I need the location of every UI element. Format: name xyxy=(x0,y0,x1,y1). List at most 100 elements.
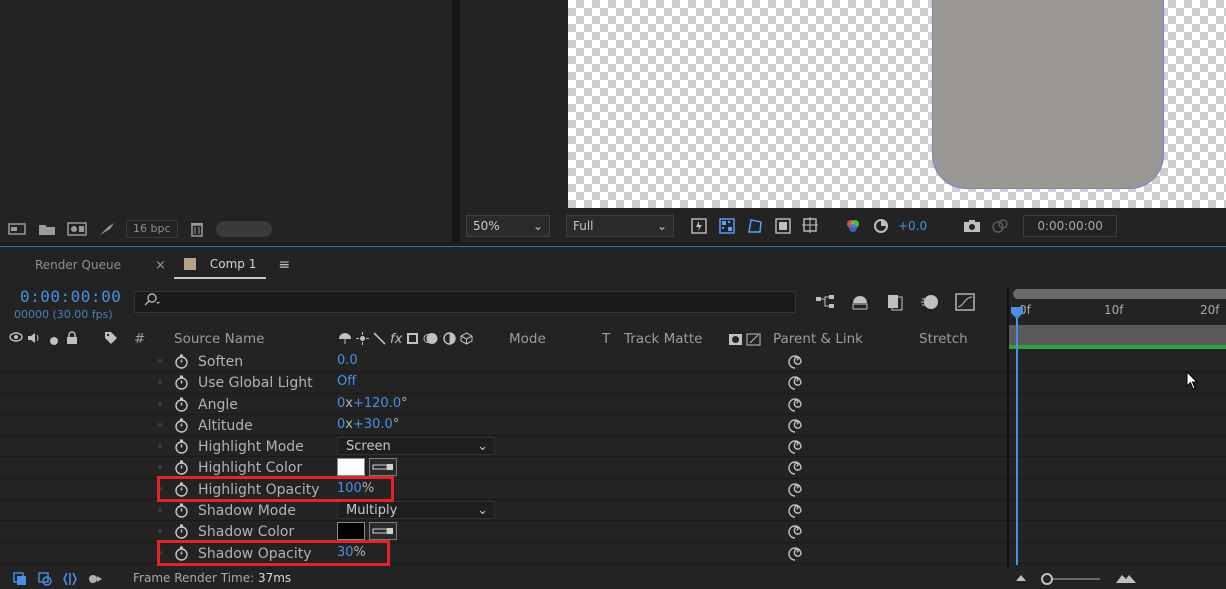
mask-visibility-icon[interactable] xyxy=(744,216,766,236)
graph-editor-icon[interactable] xyxy=(954,291,976,313)
property-value[interactable]: 0x+30.0° xyxy=(337,417,399,432)
property-row[interactable]: Use Global Light Off xyxy=(0,372,1008,394)
stopwatch-icon[interactable] xyxy=(174,354,189,369)
tab-comp-1[interactable]: Comp 1 xyxy=(173,251,267,279)
track-row[interactable] xyxy=(1009,543,1226,564)
property-row[interactable]: Shadow Color xyxy=(0,521,1008,543)
property-dropdown[interactable]: Multiply ⌄ xyxy=(337,501,495,520)
eyedropper-icon[interactable] xyxy=(369,458,397,477)
pick-whip-icon[interactable] xyxy=(787,354,803,370)
pick-whip-icon[interactable] xyxy=(787,460,803,476)
track-row[interactable] xyxy=(1009,521,1226,543)
stopwatch-icon[interactable] xyxy=(174,524,189,540)
layer-switches-toggle-icon[interactable] xyxy=(10,571,30,587)
pick-whip-icon[interactable] xyxy=(787,397,803,413)
panel-menu-icon[interactable]: ≡ xyxy=(278,257,290,273)
resolution-select[interactable]: Full ⌄ xyxy=(566,215,674,237)
panel-divider[interactable] xyxy=(452,0,460,242)
degrees-value[interactable]: +120.0 xyxy=(353,396,401,411)
track-row[interactable] xyxy=(1009,500,1226,522)
label-tag-icon[interactable] xyxy=(104,331,118,349)
eyedropper-icon[interactable] xyxy=(369,522,397,541)
playhead-handle-icon[interactable] xyxy=(1010,307,1024,319)
property-row[interactable]: Highlight Opacity 100% xyxy=(0,479,1008,501)
video-eye-icon[interactable] xyxy=(9,331,23,347)
pick-whip-icon[interactable] xyxy=(787,375,803,391)
exposure-value[interactable]: +0.0 xyxy=(898,219,927,233)
interpret-footage-icon[interactable] xyxy=(6,220,28,238)
stopwatch-icon[interactable] xyxy=(174,397,189,412)
property-row[interactable]: Angle 0x+120.0° xyxy=(0,394,1008,415)
pick-whip-icon[interactable] xyxy=(787,524,803,540)
render-time-toggle-icon[interactable] xyxy=(85,571,105,587)
layer-shape[interactable] xyxy=(932,0,1164,189)
track-row[interactable] xyxy=(1009,436,1226,458)
transfer-controls-toggle-icon[interactable] xyxy=(35,571,55,587)
degrees-value[interactable]: +30.0 xyxy=(353,417,393,432)
track-row[interactable] xyxy=(1009,351,1226,373)
shy-layers-icon[interactable] xyxy=(849,291,871,313)
magnification-select[interactable]: 50% ⌄ xyxy=(466,215,550,237)
in-out-toggle-icon[interactable] xyxy=(60,571,80,587)
new-folder-icon[interactable] xyxy=(36,220,58,238)
track-matte-header[interactable]: Track Matte xyxy=(624,331,702,347)
color-channels-icon[interactable] xyxy=(842,216,864,236)
motion-blur-switch-icon[interactable] xyxy=(423,332,439,349)
motion-blur-icon[interactable] xyxy=(919,291,941,313)
trash-icon[interactable] xyxy=(186,220,208,238)
solo-dot-icon[interactable] xyxy=(49,334,59,350)
frame-blend-icon[interactable] xyxy=(406,332,419,349)
time-navigator-bar[interactable] xyxy=(1013,289,1226,299)
playhead-line[interactable] xyxy=(1016,307,1018,565)
adjustment-layer-icon[interactable] xyxy=(443,332,456,349)
pick-whip-icon[interactable] xyxy=(787,546,803,562)
frame-blending-icon[interactable] xyxy=(884,291,906,313)
3d-layer-icon[interactable] xyxy=(460,332,473,349)
mode-header[interactable]: Mode xyxy=(509,331,546,347)
new-composition-icon[interactable] xyxy=(66,220,88,238)
work-area-bar[interactable] xyxy=(1009,325,1226,345)
pick-whip-icon[interactable] xyxy=(787,418,803,434)
track-row[interactable] xyxy=(1009,415,1226,437)
property-value[interactable]: 0x+120.0° xyxy=(337,396,408,411)
show-snapshot-icon[interactable] xyxy=(989,216,1011,236)
shy-icon[interactable] xyxy=(338,332,352,349)
current-time-display[interactable]: 0:00:00:00 xyxy=(20,287,121,306)
parent-link-header[interactable]: Parent & Link xyxy=(773,331,863,347)
tab-render-queue[interactable]: Render Queue xyxy=(25,247,131,283)
project-scroll-pill[interactable] xyxy=(215,221,272,237)
viewer-canvas[interactable] xyxy=(568,0,1226,208)
lock-icon[interactable] xyxy=(66,331,78,349)
layer-search-input[interactable] xyxy=(134,291,796,313)
source-name-header[interactable]: Source Name xyxy=(174,331,265,347)
snapshot-camera-icon[interactable] xyxy=(961,216,983,236)
property-value[interactable]: Off xyxy=(337,374,356,389)
pick-whip-icon[interactable] xyxy=(787,482,803,498)
property-row[interactable]: Soften 0.0 xyxy=(0,351,1008,373)
pick-whip-icon[interactable] xyxy=(787,439,803,455)
bit-depth-button[interactable]: 16 bpc xyxy=(126,220,178,238)
grid-guides-icon[interactable] xyxy=(800,216,822,236)
audio-speaker-icon[interactable] xyxy=(27,331,41,349)
color-swatch[interactable] xyxy=(337,458,365,477)
property-row[interactable]: Shadow Opacity 30% xyxy=(0,543,1008,564)
quality-icon[interactable] xyxy=(373,332,386,349)
composition-flowchart-icon[interactable] xyxy=(814,291,836,313)
track-row[interactable] xyxy=(1009,479,1226,501)
effects-fx-icon[interactable]: fx xyxy=(390,332,402,349)
fast-previews-icon[interactable] xyxy=(688,216,710,236)
property-row[interactable]: Shadow Mode Multiply ⌄ xyxy=(0,500,1008,522)
reset-exposure-icon[interactable] xyxy=(870,216,892,236)
timeline-zoom-slider[interactable] xyxy=(1016,571,1146,587)
property-row[interactable]: Highlight Color xyxy=(0,457,1008,479)
viewer-timecode[interactable]: 0:00:00:00 xyxy=(1023,215,1118,237)
property-row[interactable]: Highlight Mode Screen ⌄ xyxy=(0,436,1008,458)
color-swatch[interactable] xyxy=(337,522,365,541)
stretch-header[interactable]: Stretch xyxy=(919,331,968,347)
time-ruler[interactable]: 0f 10f 20f xyxy=(1009,289,1226,323)
property-row[interactable]: Altitude 0x+30.0° xyxy=(0,415,1008,437)
property-value[interactable]: 0.0 xyxy=(337,353,358,368)
pick-whip-icon[interactable] xyxy=(787,503,803,519)
project-settings-icon[interactable] xyxy=(96,220,118,238)
close-tab-icon[interactable]: × xyxy=(155,258,166,273)
